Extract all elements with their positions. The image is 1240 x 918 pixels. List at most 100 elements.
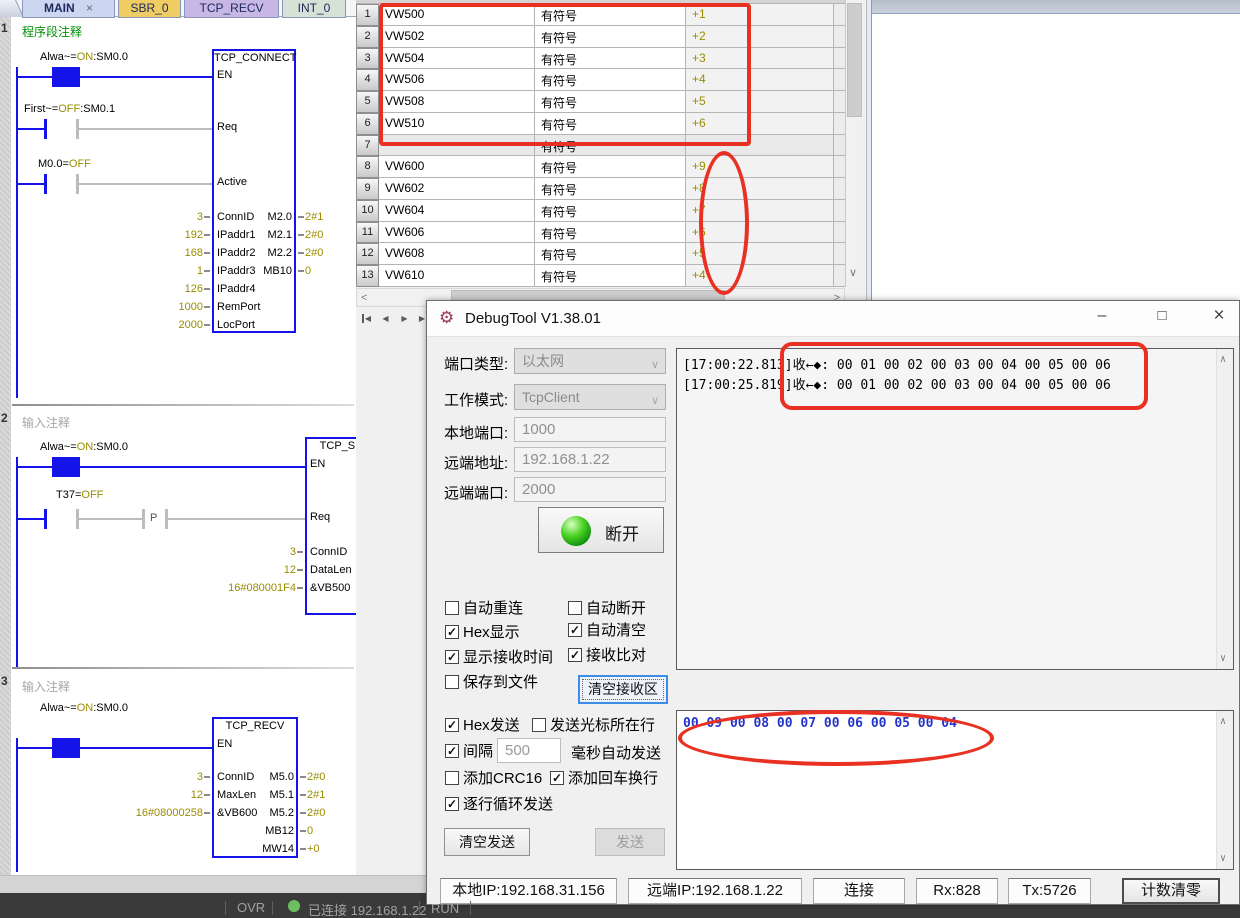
clear-send-button[interactable]: 清空发送 <box>444 828 530 856</box>
checkbox-add-crc16[interactable]: 添加CRC16 <box>445 767 542 788</box>
checkbox-show-recv-time[interactable]: 显示接收时间 <box>445 646 553 667</box>
table-row[interactable]: 10VW604有符号+7 <box>356 200 845 222</box>
port-type-select[interactable]: 以太网∨ <box>514 348 666 374</box>
send-button[interactable]: 发送 <box>595 828 665 856</box>
row-header[interactable]: 5 <box>356 91 379 113</box>
cell-format[interactable]: 有符号 <box>535 265 686 287</box>
cell-empty[interactable] <box>834 48 845 70</box>
cell-format[interactable]: 有符号 <box>535 156 686 178</box>
contact-bar[interactable] <box>44 119 47 139</box>
checkbox-hex-display[interactable]: Hex显示 <box>445 621 520 642</box>
maximize-icon[interactable]: □ <box>1139 307 1185 324</box>
close-icon[interactable]: × <box>1199 305 1239 327</box>
cell-empty[interactable] <box>834 200 845 222</box>
row-header[interactable]: 11 <box>356 222 379 244</box>
contact-on-symbol[interactable] <box>55 457 77 477</box>
scroll-up-icon[interactable]: ∧ <box>1220 716 1226 727</box>
tab-close-icon[interactable]: × <box>86 1 93 15</box>
cell-empty[interactable] <box>834 26 845 48</box>
scroll-down-icon[interactable]: ∨ <box>1220 853 1226 864</box>
remote-port-input[interactable]: 2000 <box>514 477 666 502</box>
checkbox-save-to-file[interactable]: 保存到文件 <box>445 671 538 692</box>
reset-counter-button[interactable]: 计数清零 <box>1122 878 1220 904</box>
checkbox-loop-send[interactable]: 逐行循环发送 <box>445 793 553 814</box>
cell-format[interactable]: 有符号 <box>535 178 686 200</box>
row-header[interactable]: 8 <box>356 156 379 178</box>
cell-empty[interactable] <box>834 4 845 26</box>
contact-on-symbol[interactable] <box>55 738 77 758</box>
cell-address[interactable]: VW602 <box>379 178 535 200</box>
cell-empty[interactable] <box>834 113 845 135</box>
row-header[interactable]: 1 <box>356 4 379 26</box>
cell-format[interactable]: 有符号 <box>535 243 686 265</box>
table-vscrollbar[interactable]: ∨ <box>845 0 863 287</box>
row-header[interactable]: 7 <box>356 135 379 157</box>
cell-address[interactable]: VW604 <box>379 200 535 222</box>
cell-empty[interactable] <box>834 222 845 244</box>
cell-format[interactable]: 有符号 <box>535 222 686 244</box>
remote-addr-input[interactable]: 192.168.1.22 <box>514 447 666 472</box>
cell-address[interactable]: VW600 <box>379 156 535 178</box>
debugtool-titlebar[interactable]: ⚙ DebugTool V1.38.01 – □ × <box>427 301 1239 337</box>
contact-bar[interactable] <box>44 509 47 529</box>
cell-empty[interactable] <box>834 91 845 113</box>
table-row[interactable]: 13VW610有符号+4 <box>356 265 845 287</box>
row-header[interactable]: 3 <box>356 48 379 70</box>
table-row[interactable]: 9VW602有符号+8 <box>356 178 845 200</box>
cell-format[interactable]: 有符号 <box>535 200 686 222</box>
minimize-icon[interactable]: – <box>1079 307 1125 325</box>
interval-input[interactable]: 500 <box>497 738 561 763</box>
contact-bar[interactable] <box>44 174 47 194</box>
checkbox-auto-clear[interactable]: 自动清空 <box>568 619 646 640</box>
send-scrollbar[interactable]: ∧ ∨ <box>1216 711 1233 869</box>
cell-empty[interactable] <box>834 243 845 265</box>
cell-address[interactable]: VW606 <box>379 222 535 244</box>
row-header[interactable]: 2 <box>356 26 379 48</box>
local-port-input[interactable]: 1000 <box>514 417 666 442</box>
row-header[interactable]: 9 <box>356 178 379 200</box>
tab-int0[interactable]: INT_0 <box>282 0 346 18</box>
checkbox-recv-compare[interactable]: 接收比对 <box>568 644 646 665</box>
cell-empty[interactable] <box>834 265 845 287</box>
checkbox-auto-reconnect[interactable]: 自动重连 <box>445 597 523 618</box>
next-record-icon[interactable]: ▶ <box>396 309 413 328</box>
contact-on-symbol[interactable] <box>55 67 77 87</box>
cell-address[interactable]: VW610 <box>379 265 535 287</box>
row-header[interactable]: 4 <box>356 69 379 91</box>
tab-main[interactable]: MAIN × <box>22 0 115 18</box>
table-row[interactable]: 8VW600有符号+9 <box>356 156 845 178</box>
clear-receive-button[interactable]: 清空接收区 <box>578 675 668 704</box>
vscroll-thumb[interactable] <box>847 3 862 117</box>
work-mode-select[interactable]: TcpClient∨ <box>514 384 666 410</box>
receive-scrollbar[interactable]: ∧ ∨ <box>1216 349 1233 669</box>
row-header[interactable]: 12 <box>356 243 379 265</box>
ladder-hscroll-strip[interactable] <box>0 875 426 893</box>
checkbox-send-cursor-line[interactable]: 发送光标所在行 <box>532 714 655 735</box>
checkbox-interval[interactable]: 间隔 <box>445 740 493 761</box>
tab-sbr0[interactable]: SBR_0 <box>118 0 181 18</box>
scroll-down-icon[interactable]: ∨ <box>1220 653 1226 664</box>
cell-empty[interactable] <box>834 135 845 157</box>
scroll-up-icon[interactable]: ∧ <box>1220 354 1226 365</box>
cell-empty[interactable] <box>834 178 845 200</box>
cell-empty[interactable] <box>834 69 845 91</box>
disconnect-button[interactable]: 断开 <box>538 507 664 553</box>
table-row[interactable]: 11VW606有符号+6 <box>356 222 845 244</box>
cell-empty[interactable] <box>834 156 845 178</box>
param-value: 192 <box>138 229 210 241</box>
connect-button[interactable]: 连接 <box>813 878 905 904</box>
scroll-down-icon[interactable]: ∨ <box>849 266 857 279</box>
checkbox-auto-disconnect[interactable]: 自动断开 <box>568 597 646 618</box>
checkbox-hex-send[interactable]: Hex发送 <box>445 714 520 735</box>
row-header[interactable]: 10 <box>356 200 379 222</box>
checkbox-add-crlf[interactable]: 添加回车换行 <box>550 767 658 788</box>
scroll-left-icon[interactable]: < <box>361 292 367 304</box>
tab-tcprecv[interactable]: TCP_RECV <box>184 0 279 18</box>
positive-edge-contact[interactable]: P <box>150 512 157 524</box>
table-row[interactable]: 12VW608有符号+5 <box>356 243 845 265</box>
prev-record-icon[interactable]: ◀ <box>377 309 394 328</box>
row-header[interactable]: 6 <box>356 113 379 135</box>
row-header[interactable]: 13 <box>356 265 379 287</box>
first-record-icon[interactable]: ◀ <box>358 309 375 328</box>
cell-address[interactable]: VW608 <box>379 243 535 265</box>
